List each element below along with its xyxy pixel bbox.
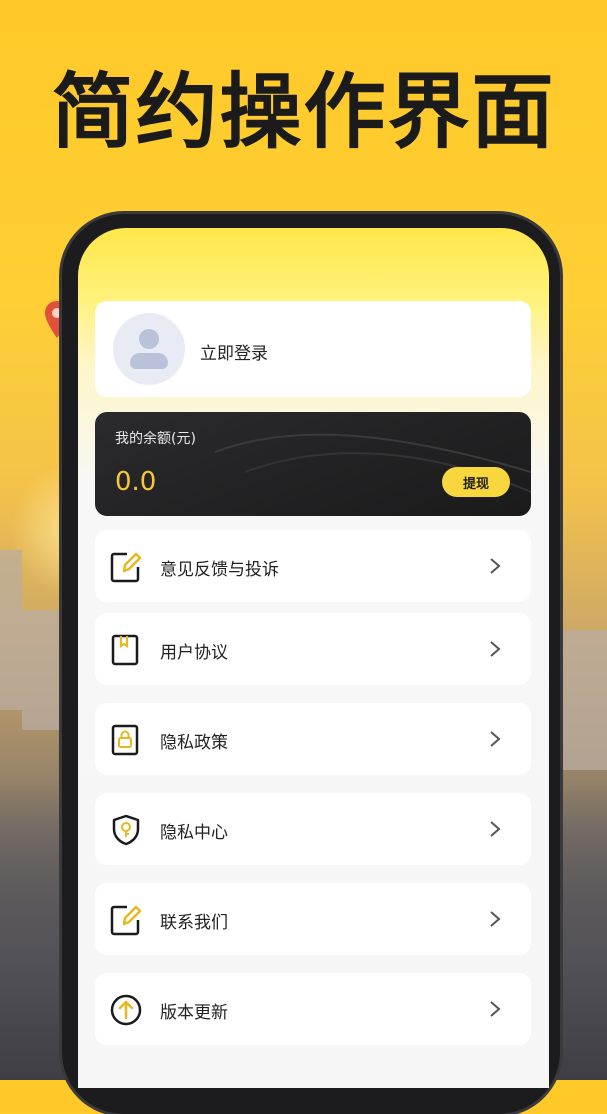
menu-item-label: 联系我们 bbox=[160, 913, 228, 933]
chevron-right-icon bbox=[490, 911, 501, 927]
chevron-right-icon bbox=[490, 731, 501, 747]
shield-key-icon bbox=[112, 814, 140, 846]
login-label[interactable]: 立即登录 bbox=[200, 339, 268, 364]
menu-item-label: 意见反馈与投诉 bbox=[160, 560, 279, 580]
balance-label: 我的余额(元) bbox=[115, 431, 196, 447]
withdraw-button[interactable]: 提现 bbox=[442, 467, 510, 497]
book-icon bbox=[111, 634, 139, 666]
chevron-right-icon bbox=[490, 641, 501, 657]
chevron-right-icon bbox=[490, 821, 501, 837]
user-avatar-icon[interactable] bbox=[113, 313, 185, 385]
lock-icon bbox=[111, 724, 139, 756]
arrow-up-circle-icon bbox=[110, 994, 142, 1026]
balance-value: 0.0 bbox=[115, 467, 157, 497]
app-screen: 立即登录 我的余额(元) 0.0 提现 意见反馈与投诉 用户协议 隐私政策 隐私… bbox=[78, 228, 549, 1088]
chevron-right-icon bbox=[490, 1001, 501, 1017]
edit-note-icon bbox=[110, 905, 142, 936]
menu-item-user-agreement[interactable]: 用户协议 bbox=[95, 613, 531, 685]
login-card[interactable]: 立即登录 bbox=[95, 301, 531, 397]
menu-item-feedback[interactable]: 意见反馈与投诉 bbox=[95, 530, 531, 602]
menu-item-version-update[interactable]: 版本更新 bbox=[95, 973, 531, 1045]
menu-item-label: 隐私政策 bbox=[160, 733, 228, 753]
menu-item-privacy-center[interactable]: 隐私中心 bbox=[95, 793, 531, 865]
menu-item-label: 隐私中心 bbox=[160, 823, 228, 843]
menu-item-privacy-policy[interactable]: 隐私政策 bbox=[95, 703, 531, 775]
promo-headline: 简约操作界面 bbox=[51, 65, 556, 160]
menu-item-label: 用户协议 bbox=[160, 643, 228, 663]
balance-card: 我的余额(元) 0.0 提现 bbox=[95, 412, 531, 516]
edit-note-icon bbox=[110, 552, 142, 583]
chevron-right-icon bbox=[490, 558, 501, 574]
menu-item-contact-us[interactable]: 联系我们 bbox=[95, 883, 531, 955]
menu-item-label: 版本更新 bbox=[160, 1003, 228, 1023]
